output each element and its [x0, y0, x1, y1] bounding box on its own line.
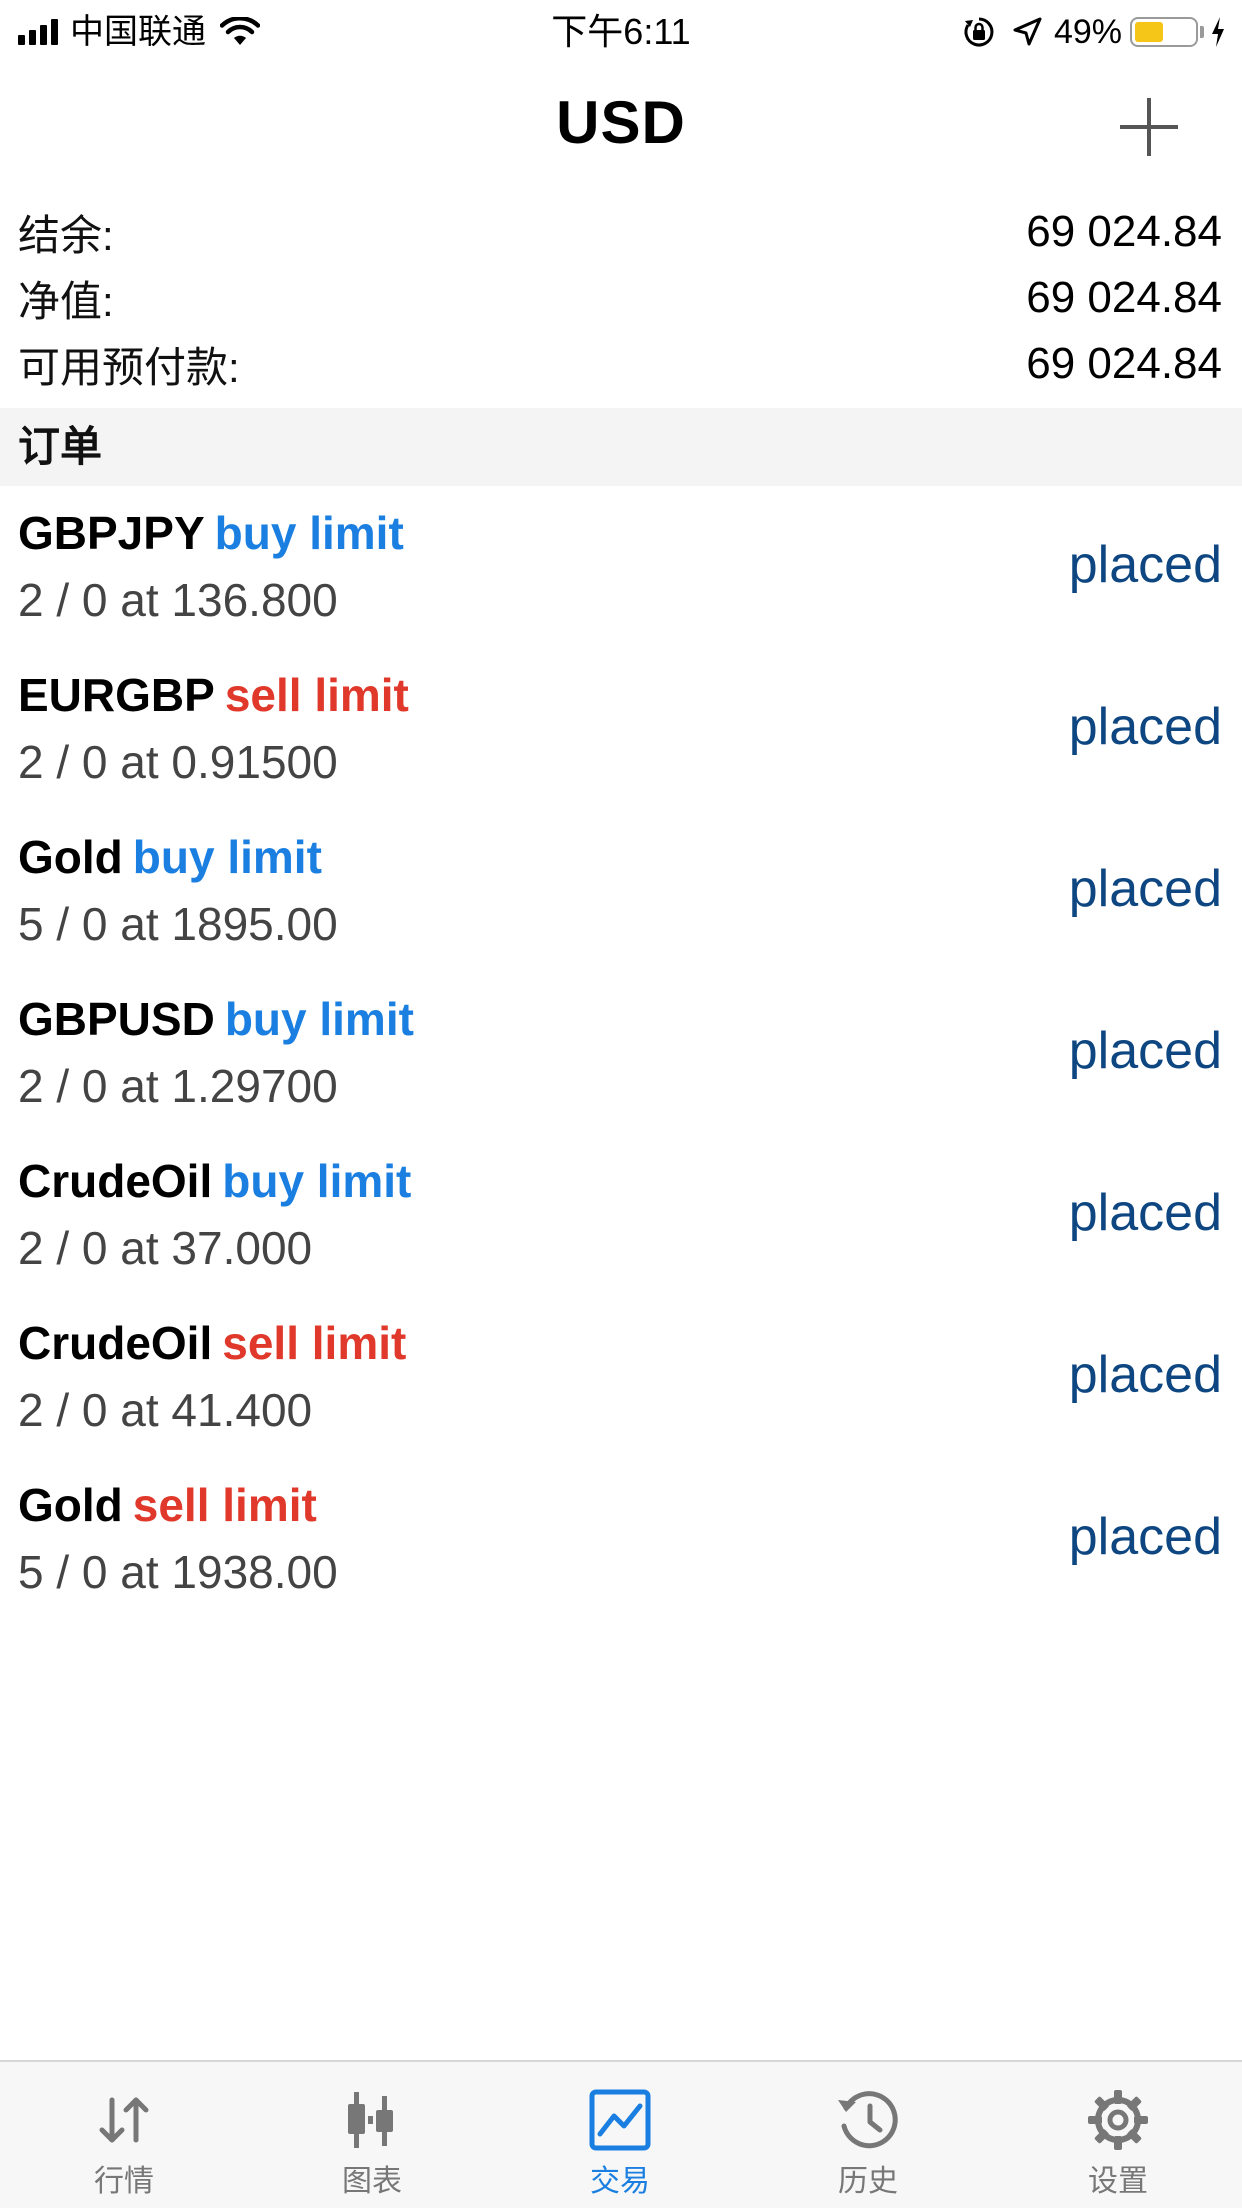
- history-icon: [838, 2091, 898, 2149]
- order-detail: 2 / 0 at 41.400: [18, 1384, 313, 1436]
- order-status: placed: [1068, 1022, 1222, 1080]
- order-detail: 5 / 0 at 1938.00: [18, 1546, 338, 1598]
- order-symbol: CrudeOil: [18, 1317, 213, 1369]
- tab-trade[interactable]: 交易: [496, 2062, 744, 2208]
- order-row[interactable]: CrudeOil buy limit 2 / 0 at 37.000 placed: [0, 1146, 1242, 1308]
- order-status: placed: [1068, 536, 1222, 594]
- order-symbol: CrudeOil: [18, 1155, 213, 1207]
- order-status: placed: [1068, 698, 1222, 756]
- section-title: 订单: [18, 423, 103, 470]
- order-row[interactable]: Gold buy limit 5 / 0 at 1895.00 placed: [0, 822, 1242, 984]
- summary-value: 69 024.84: [1026, 273, 1222, 322]
- order-symbol: Gold: [18, 831, 123, 883]
- charging-bolt-icon: [1212, 17, 1224, 47]
- order-title: GBPUSD buy limit: [18, 986, 414, 1052]
- page-title: USD: [556, 89, 686, 156]
- order-status: placed: [1068, 1184, 1222, 1242]
- battery-icon: [1130, 17, 1198, 47]
- order-symbol: EURGBP: [18, 669, 215, 721]
- tab-quotes[interactable]: 行情: [0, 2062, 248, 2208]
- order-title: Gold buy limit: [18, 824, 322, 890]
- order-type: buy limit: [214, 507, 404, 559]
- summary-row-balance: 结余: 69 024.84: [18, 202, 1222, 262]
- order-type: buy limit: [224, 993, 414, 1045]
- battery-level: [1135, 22, 1163, 42]
- order-row[interactable]: CrudeOil sell limit 2 / 0 at 41.400 place…: [0, 1308, 1242, 1470]
- tab-label: 设置: [1088, 2165, 1148, 2198]
- order-type: sell limit: [222, 1317, 407, 1369]
- order-detail: 2 / 0 at 0.91500: [18, 736, 338, 788]
- tab-history[interactable]: 历史: [744, 2062, 992, 2208]
- order-type: buy limit: [222, 1155, 412, 1207]
- order-title: GBPJPY buy limit: [18, 500, 404, 566]
- add-order-button[interactable]: [1118, 96, 1180, 158]
- summary-label: 净值:: [18, 277, 114, 325]
- tab-label: 历史: [838, 2165, 898, 2198]
- summary-label: 可用预付款:: [18, 343, 240, 391]
- order-status: placed: [1068, 1508, 1222, 1566]
- summary-row-free-margin: 可用预付款: 69 024.84: [18, 334, 1222, 394]
- order-symbol: GBPJPY: [18, 507, 205, 559]
- order-title: Gold sell limit: [18, 1472, 317, 1538]
- location-icon: [1013, 17, 1042, 46]
- quotes-icon: [99, 2097, 149, 2143]
- order-detail: 2 / 0 at 37.000: [18, 1222, 313, 1274]
- battery-percent: 49%: [1053, 12, 1122, 51]
- order-title: CrudeOil buy limit: [18, 1148, 411, 1214]
- summary-label: 结余:: [18, 211, 114, 259]
- tab-label: 交易: [590, 2165, 650, 2198]
- order-symbol: Gold: [18, 1479, 123, 1531]
- order-row[interactable]: GBPUSD buy limit 2 / 0 at 1.29700 placed: [0, 984, 1242, 1146]
- order-type: buy limit: [132, 831, 322, 883]
- order-title: EURGBP sell limit: [18, 662, 409, 728]
- order-type: sell limit: [132, 1479, 317, 1531]
- tab-label: 图表: [342, 2165, 402, 2198]
- trade-icon: [589, 2089, 651, 2151]
- order-type: sell limit: [224, 669, 409, 721]
- order-detail: 2 / 0 at 1.29700: [18, 1060, 338, 1112]
- summary-value: 69 024.84: [1026, 339, 1222, 388]
- orders-section-header: 订单: [0, 408, 1242, 486]
- summary-row-equity: 净值: 69 024.84: [18, 268, 1222, 328]
- order-status: placed: [1068, 860, 1222, 918]
- status-bar: 中国联通 下午6:11 49%: [0, 0, 1242, 60]
- summary-value: 69 024.84: [1026, 207, 1222, 256]
- order-row[interactable]: Gold sell limit 5 / 0 at 1938.00 placed: [0, 1470, 1242, 1632]
- chart-icon: [348, 2092, 393, 2148]
- settings-icon: [1088, 2090, 1148, 2150]
- order-title: CrudeOil sell limit: [18, 1310, 406, 1376]
- tab-settings[interactable]: 设置: [994, 2062, 1242, 2208]
- order-detail: 2 / 0 at 136.800: [18, 574, 338, 626]
- order-detail: 5 / 0 at 1895.00: [18, 898, 338, 950]
- order-row[interactable]: EURGBP sell limit 2 / 0 at 0.91500 placed: [0, 660, 1242, 822]
- order-row[interactable]: GBPJPY buy limit 2 / 0 at 136.800 placed: [0, 498, 1242, 660]
- tab-chart[interactable]: 图表: [248, 2062, 496, 2208]
- battery-cap: [1200, 26, 1204, 38]
- rotation-lock-icon: [964, 17, 994, 47]
- order-symbol: GBPUSD: [18, 993, 215, 1045]
- tab-bar: 行情 图表 交易 历史 设置: [0, 2060, 1242, 2208]
- order-status: placed: [1068, 1346, 1222, 1404]
- tab-label: 行情: [94, 2165, 154, 2198]
